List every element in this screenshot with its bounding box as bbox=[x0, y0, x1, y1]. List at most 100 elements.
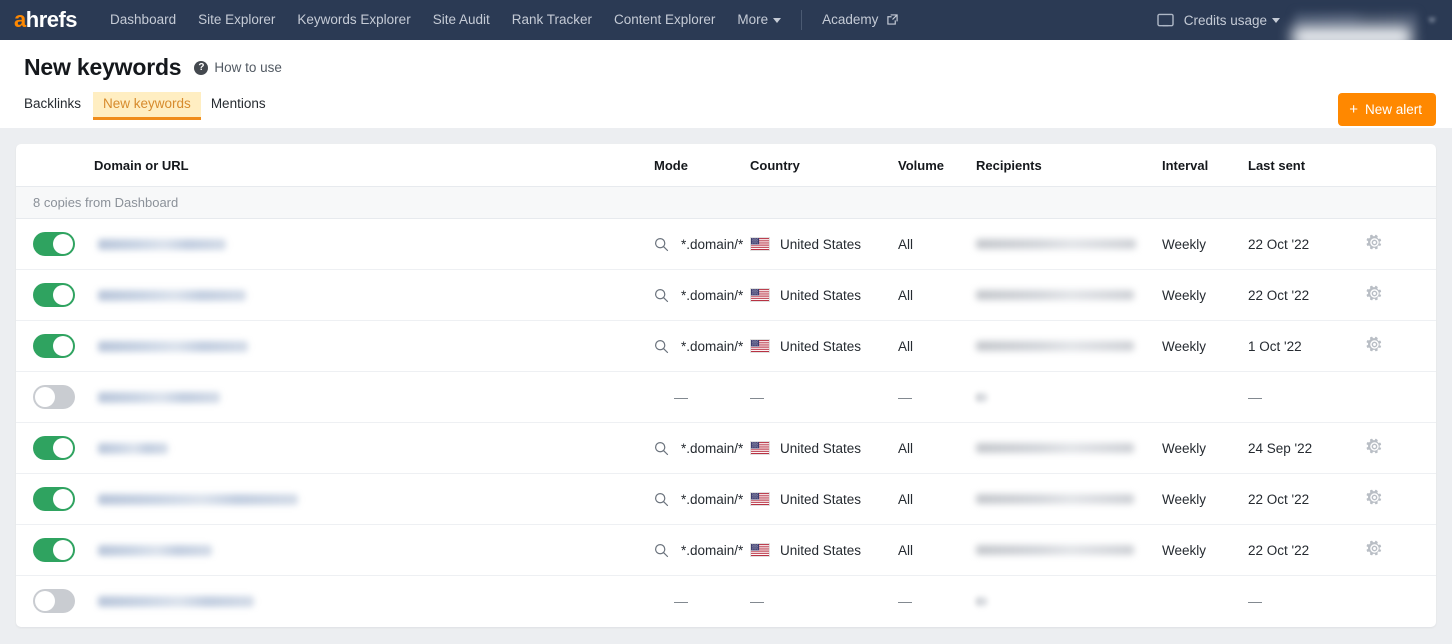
alert-enabled-toggle[interactable] bbox=[33, 334, 75, 358]
domain-name-redacted bbox=[98, 544, 212, 556]
alert-enabled-toggle[interactable] bbox=[33, 385, 75, 409]
tab-new-keywords[interactable]: New keywords bbox=[93, 92, 201, 120]
group-header-label: 8 copies from Dashboard bbox=[16, 186, 1436, 219]
domain-or-url-cell[interactable] bbox=[94, 371, 654, 423]
country-cell: United States bbox=[750, 320, 898, 372]
settings-gear-button[interactable] bbox=[1366, 285, 1383, 305]
domain-or-url-cell[interactable] bbox=[94, 218, 654, 270]
mode-cell: *.domain/* bbox=[654, 269, 750, 321]
domain-or-url-cell[interactable] bbox=[94, 320, 654, 372]
search-icon bbox=[654, 237, 669, 251]
col-mode: Mode bbox=[654, 144, 750, 187]
last-sent-cell: 22 Oct '22 bbox=[1248, 473, 1366, 525]
chevron-down-icon bbox=[773, 17, 782, 23]
nav-divider bbox=[801, 10, 803, 30]
domain-name-redacted bbox=[98, 493, 298, 505]
nav-site-audit[interactable]: Site Audit bbox=[422, 0, 501, 40]
nav-keywords-explorer[interactable]: Keywords Explorer bbox=[286, 0, 421, 40]
alert-enabled-toggle[interactable] bbox=[33, 436, 75, 460]
nav-rank-tracker[interactable]: Rank Tracker bbox=[501, 0, 603, 40]
toggle-knob bbox=[35, 591, 55, 612]
row-toggle-cell bbox=[16, 524, 94, 576]
interval-value: Weekly bbox=[1162, 440, 1207, 456]
nav-site-explorer[interactable]: Site Explorer bbox=[187, 0, 286, 40]
interval-value: Weekly bbox=[1162, 542, 1207, 558]
recipients-redacted bbox=[976, 341, 1134, 351]
search-icon bbox=[654, 339, 669, 353]
row-toggle-cell bbox=[16, 422, 94, 474]
domain-or-url-cell[interactable] bbox=[94, 524, 654, 576]
volume-cell: All bbox=[898, 320, 976, 372]
nav-content-explorer[interactable]: Content Explorer bbox=[603, 0, 726, 40]
recipients-cell bbox=[976, 524, 1162, 576]
last-sent-value: 22 Oct '22 bbox=[1248, 236, 1310, 252]
settings-gear-button[interactable] bbox=[1366, 540, 1383, 560]
nav-academy[interactable]: Academy bbox=[811, 0, 909, 41]
recipients-cell bbox=[976, 576, 1162, 627]
table-row[interactable]: *.domain/* United States All Weekly 22 Oct … bbox=[16, 473, 1436, 525]
last-sent-cell: 24 Sep '22 bbox=[1248, 422, 1366, 474]
toggle-knob bbox=[35, 387, 55, 407]
domain-or-url-cell[interactable] bbox=[94, 269, 654, 321]
logo-accent-letter: a bbox=[14, 7, 26, 32]
country-cell: United States bbox=[750, 422, 898, 474]
table-row[interactable]: *.domain/* United States All Weekly 22 Oct … bbox=[16, 524, 1436, 576]
table-body: 8 copies from Dashboard *.domain/* Unite… bbox=[16, 186, 1436, 627]
table-row[interactable]: *.domain/* United States All Weekly 22 Oct … bbox=[16, 269, 1436, 321]
volume-cell: All bbox=[898, 422, 976, 474]
credits-usage-label: Credits usage bbox=[1183, 12, 1267, 28]
country-value: United States bbox=[780, 491, 862, 507]
row-toggle-cell bbox=[16, 371, 94, 423]
monitor-icon[interactable] bbox=[1157, 13, 1174, 28]
domain-or-url-cell[interactable] bbox=[94, 422, 654, 474]
tab-backlinks[interactable]: Backlinks bbox=[24, 92, 91, 120]
title-row: New keywords ? How to use bbox=[24, 54, 1436, 81]
recipients-redacted bbox=[976, 596, 987, 606]
table-row[interactable]: — — — — bbox=[16, 371, 1436, 423]
domain-or-url-cell[interactable] bbox=[94, 473, 654, 525]
ahrefs-logo[interactable]: a hrefs bbox=[14, 7, 78, 32]
table-row[interactable]: *.domain/* United States All Weekly 1 Oct '… bbox=[16, 320, 1436, 372]
account-chevron-down-icon[interactable] bbox=[1428, 17, 1436, 23]
alert-enabled-toggle[interactable] bbox=[33, 487, 75, 511]
mode-value: *.domain/* bbox=[681, 236, 744, 252]
chevron-down-icon bbox=[1272, 18, 1280, 24]
settings-gear-button[interactable] bbox=[1366, 438, 1383, 458]
table-row[interactable]: — — — — bbox=[16, 576, 1436, 627]
nav-dashboard[interactable]: Dashboard bbox=[99, 0, 187, 40]
nav-more[interactable]: More bbox=[726, 0, 792, 40]
us-flag-icon bbox=[750, 492, 770, 506]
gear-icon bbox=[1366, 234, 1382, 250]
mode-cell: — bbox=[654, 371, 750, 423]
country-value: United States bbox=[780, 236, 862, 252]
mode-value: *.domain/* bbox=[681, 542, 744, 558]
interval-value: Weekly bbox=[1162, 287, 1207, 303]
new-alert-button[interactable]: + New alert bbox=[1338, 93, 1436, 126]
alert-enabled-toggle[interactable] bbox=[33, 283, 75, 307]
alerts-table-container: Domain or URL Mode Country Volume Recipi… bbox=[16, 144, 1436, 627]
domain-or-url-cell[interactable] bbox=[94, 576, 654, 627]
toggle-knob bbox=[53, 489, 73, 509]
settings-gear-button[interactable] bbox=[1366, 336, 1383, 356]
domain-name-redacted bbox=[98, 289, 246, 301]
page-header: New keywords ? How to use Backlinks New … bbox=[0, 40, 1452, 128]
tab-mentions[interactable]: Mentions bbox=[201, 92, 276, 120]
country-value: United States bbox=[780, 542, 862, 558]
recipients-redacted bbox=[976, 443, 1134, 453]
alert-enabled-toggle[interactable] bbox=[33, 232, 75, 256]
volume-cell: All bbox=[898, 218, 976, 270]
alert-enabled-toggle[interactable] bbox=[33, 589, 75, 614]
alert-enabled-toggle[interactable] bbox=[33, 538, 75, 562]
interval-cell: Weekly bbox=[1162, 269, 1248, 321]
credits-usage-menu[interactable]: Credits usage bbox=[1184, 13, 1280, 28]
row-actions-cell bbox=[1366, 269, 1436, 321]
table-row[interactable]: *.domain/* United States All Weekly 24 Sep … bbox=[16, 422, 1436, 474]
country-cell: United States bbox=[750, 473, 898, 525]
settings-gear-button[interactable] bbox=[1366, 234, 1383, 254]
how-to-use-link[interactable]: ? How to use bbox=[194, 60, 282, 75]
search-icon bbox=[654, 543, 669, 557]
col-interval: Interval bbox=[1162, 144, 1248, 187]
table-row[interactable]: *.domain/* United States All Weekly 22 Oct … bbox=[16, 218, 1436, 270]
settings-gear-button[interactable] bbox=[1366, 489, 1383, 509]
last-sent-value: — bbox=[1248, 593, 1262, 610]
